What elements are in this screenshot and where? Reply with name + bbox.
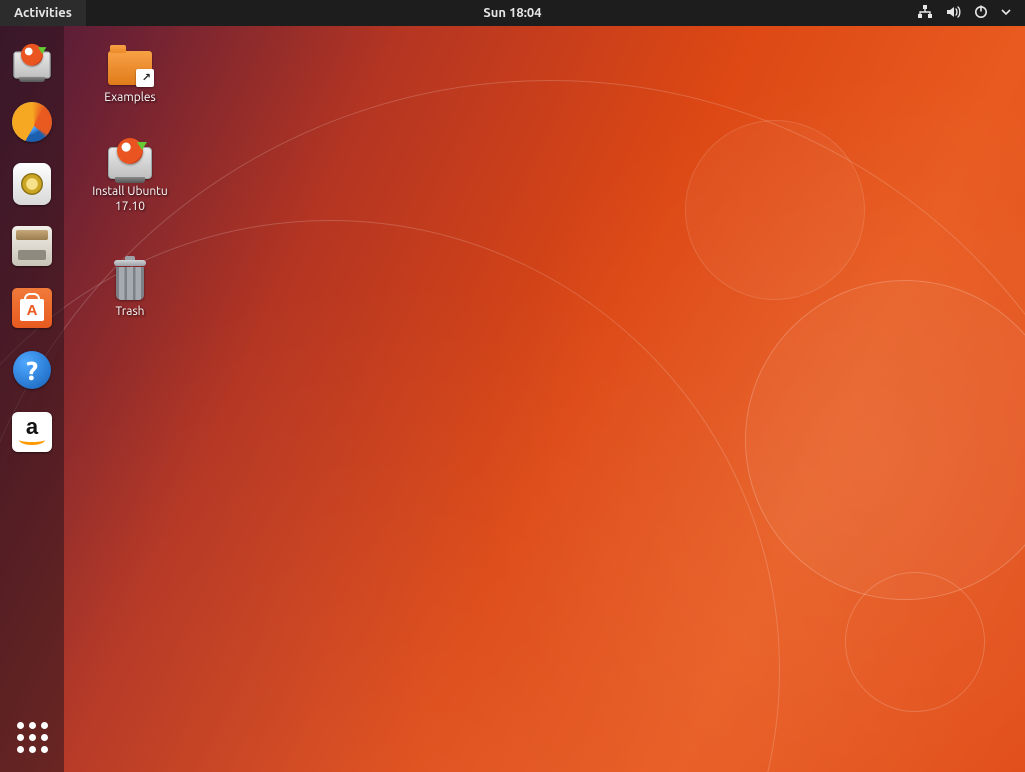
ubuntu-software-icon: A	[12, 288, 52, 328]
dock: A ? a	[0, 26, 64, 772]
folder-icon: ↗	[106, 40, 154, 88]
activities-button[interactable]: Activities	[0, 0, 86, 26]
system-tray[interactable]	[917, 0, 1025, 26]
dock-item-help[interactable]: ?	[8, 346, 56, 394]
dock-item-ubuntu-software[interactable]: A	[8, 284, 56, 332]
dock-item-files[interactable]	[8, 222, 56, 270]
chevron-down-icon	[1001, 6, 1011, 20]
clock[interactable]: Sun 18:04	[473, 0, 551, 26]
top-panel: Activities Sun 18:04	[0, 0, 1025, 26]
volume-icon	[945, 4, 961, 23]
install-ubuntu-icon	[106, 134, 154, 182]
install-ubuntu-icon	[13, 51, 50, 78]
desktop-icon-install-ubuntu[interactable]: Install Ubuntu 17.10	[90, 134, 170, 214]
amazon-icon: a	[12, 412, 52, 452]
dock-item-rhythmbox[interactable]	[8, 160, 56, 208]
dock-item-firefox[interactable]	[8, 98, 56, 146]
dock-item-amazon[interactable]: a	[8, 408, 56, 456]
show-applications-button[interactable]	[11, 716, 53, 758]
desktop-icon-examples[interactable]: ↗ Examples	[90, 40, 170, 105]
firefox-icon	[12, 102, 52, 142]
desktop-icon-label: Examples	[104, 90, 155, 105]
files-icon	[12, 226, 52, 266]
power-icon	[973, 4, 989, 23]
rhythmbox-icon	[13, 163, 51, 205]
dock-item-install-ubuntu[interactable]	[8, 36, 56, 84]
desktop-icon-trash[interactable]: Trash	[90, 254, 170, 319]
help-icon: ?	[13, 351, 51, 389]
network-icon	[917, 4, 933, 23]
desktop-icon-label: Install Ubuntu 17.10	[90, 184, 170, 214]
trash-icon	[106, 254, 154, 302]
desktop[interactable]: ↗ Examples Install Ubuntu 17.10 Trash	[64, 26, 1025, 772]
desktop-icon-label: Trash	[115, 304, 144, 319]
